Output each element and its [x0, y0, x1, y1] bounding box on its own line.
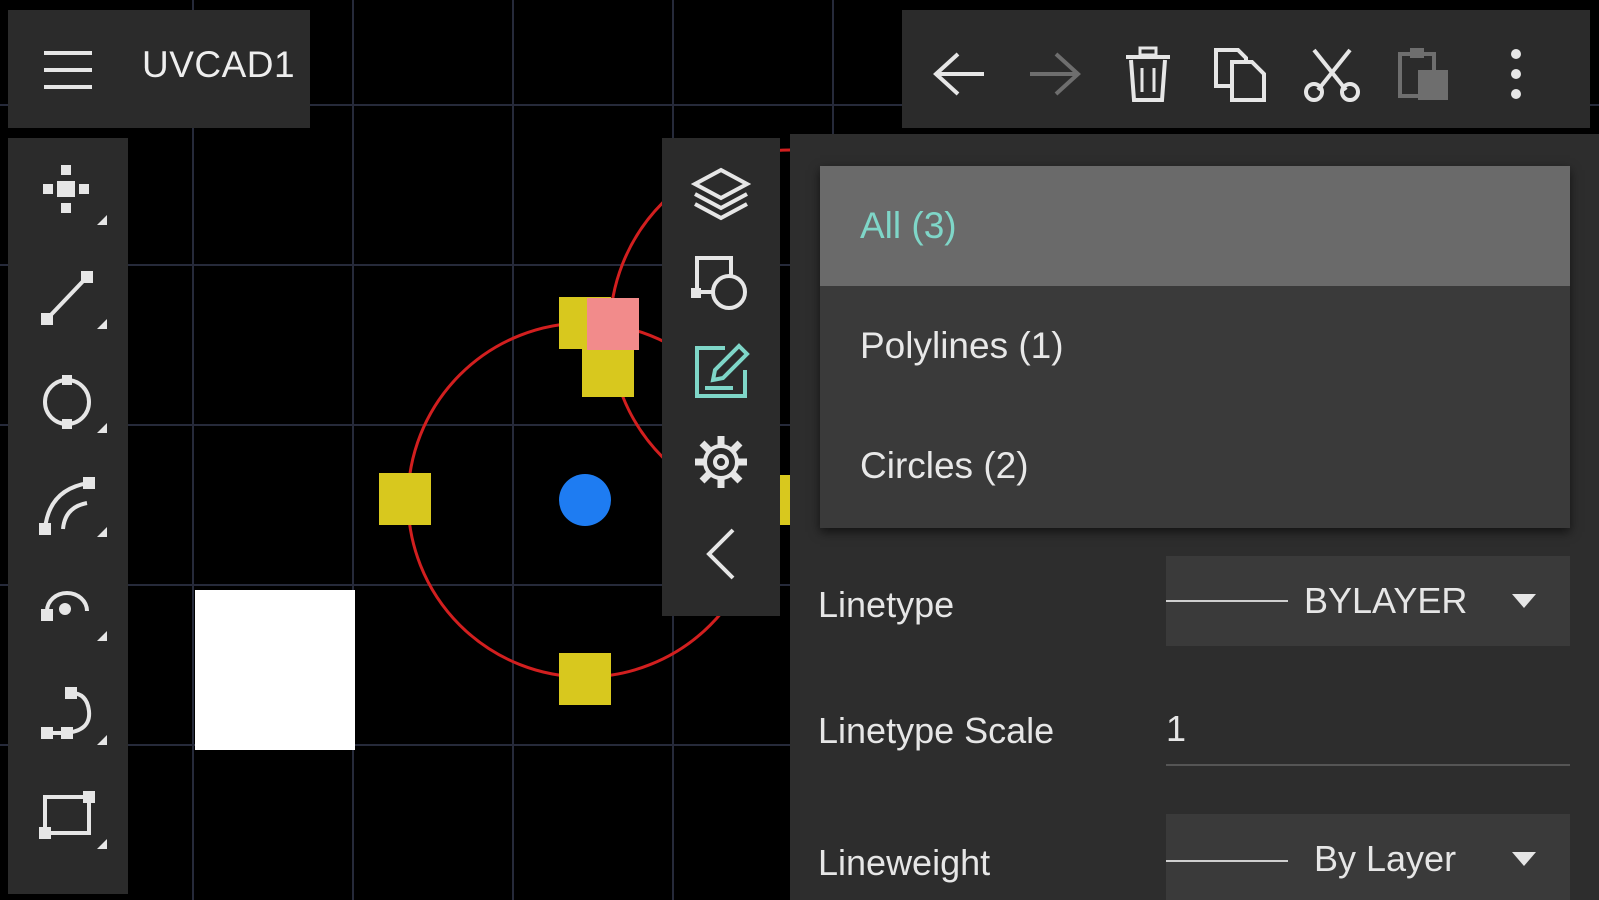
linetype-scale-input[interactable]: 1 — [1166, 700, 1570, 766]
tool-move[interactable] — [30, 154, 120, 234]
chevron-down-icon — [1512, 852, 1536, 866]
tool-rotate[interactable] — [30, 570, 120, 650]
linetype-select[interactable]: BYLAYER — [1166, 556, 1570, 646]
filter-option-label: Polylines (1) — [860, 325, 1064, 366]
draw-toolbar — [8, 138, 128, 894]
linetype-scale-label: Linetype Scale — [818, 710, 1055, 751]
linetype-label: Linetype — [818, 584, 955, 625]
collapse-left-icon — [706, 528, 735, 580]
filter-option-all[interactable]: All (3) — [820, 166, 1570, 286]
cut-button[interactable] — [1296, 38, 1368, 110]
edit-icon — [695, 343, 750, 398]
tool-polyline[interactable] — [30, 674, 120, 754]
linetype-preview — [1166, 600, 1288, 602]
more-options-button[interactable] — [1480, 38, 1552, 110]
copy-button[interactable] — [1204, 38, 1276, 110]
lineweight-value: By Layer — [1314, 838, 1457, 879]
cut-icon — [1304, 48, 1360, 102]
lineweight-select[interactable]: By Layer — [1166, 814, 1570, 900]
grip-hot[interactable] — [587, 298, 639, 350]
redo-icon — [1030, 52, 1081, 96]
line-icon — [41, 271, 107, 329]
delete-button[interactable] — [1112, 38, 1184, 110]
polyline-icon — [41, 687, 107, 745]
layers-icon — [691, 167, 751, 221]
grip-left[interactable] — [379, 473, 431, 525]
paste-button[interactable] — [1388, 38, 1460, 110]
paste-icon — [1398, 48, 1448, 100]
tool-rectangle[interactable] — [30, 778, 120, 858]
linetype-scale-value: 1 — [1166, 708, 1187, 749]
polyline-square[interactable] — [195, 590, 355, 750]
lineweight-preview — [1166, 860, 1288, 862]
chevron-down-icon — [1512, 594, 1536, 608]
collapse-button[interactable] — [680, 514, 762, 594]
tool-arc[interactable] — [30, 466, 120, 546]
grip-bottom[interactable] — [559, 653, 611, 705]
document-title: UVCAD1 — [142, 44, 296, 85]
move-icon — [43, 165, 107, 225]
lineweight-label: Lineweight — [818, 842, 991, 883]
undo-icon — [933, 52, 984, 96]
side-toolbar — [662, 138, 780, 616]
arc-icon — [39, 477, 107, 537]
copy-icon — [1214, 48, 1266, 102]
grip-top-2[interactable] — [582, 345, 634, 397]
shapes-button[interactable] — [680, 244, 762, 324]
layers-button[interactable] — [680, 154, 762, 234]
shapes-icon — [691, 256, 747, 310]
delete-icon — [1126, 46, 1170, 102]
undo-button[interactable] — [924, 38, 996, 110]
tool-line[interactable] — [30, 258, 120, 338]
settings-icon — [695, 436, 747, 488]
settings-button[interactable] — [680, 422, 762, 502]
action-toolbar — [902, 10, 1590, 128]
filter-option-label: Circles (2) — [860, 445, 1029, 486]
filter-option-label: All (3) — [860, 205, 957, 246]
redo-button[interactable] — [1018, 38, 1090, 110]
linetype-value: BYLAYER — [1304, 580, 1468, 621]
menu-button[interactable] — [30, 36, 106, 104]
filter-option-circles[interactable]: Circles (2) — [820, 406, 1570, 526]
center-point[interactable] — [559, 474, 611, 526]
menu-icon — [44, 51, 92, 89]
tool-circle[interactable] — [30, 362, 120, 442]
rectangle-icon — [39, 791, 107, 849]
edit-properties-button[interactable] — [680, 332, 762, 412]
circle-icon — [43, 375, 107, 433]
filter-option-polylines[interactable]: Polylines (1) — [820, 286, 1570, 406]
more-icon — [1511, 49, 1521, 99]
rotate-icon — [41, 591, 107, 641]
selection-filter-dropdown: All (3) Polylines (1) Circles (2) — [820, 166, 1570, 528]
